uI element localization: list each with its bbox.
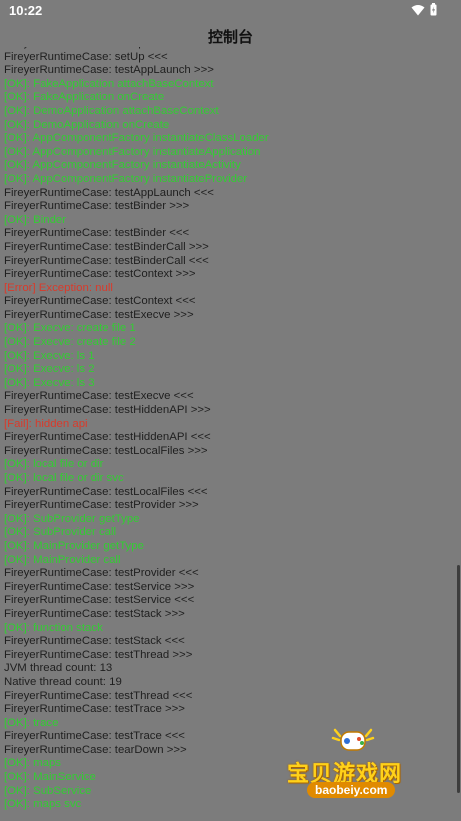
- log-line: [OK]: DemoApplication onCreate: [4, 118, 170, 131]
- log-line: [OK]: trace: [4, 716, 59, 729]
- log-line: JVM thread count: 13: [4, 662, 113, 675]
- log-line: FireyerRuntimeCase: testStack <<<: [4, 635, 185, 648]
- status-time: 10:22: [9, 3, 43, 18]
- log-line: FireyerRuntimeCase: testProvider <<<: [4, 567, 199, 580]
- log-line: [OK]: Execve: ls 2: [4, 363, 95, 376]
- log-line: [OK]: SubProvider call: [4, 526, 117, 539]
- log-line: FireyerRuntimeCase: testExecve <<<: [4, 390, 194, 403]
- log-line: FireyerRuntimeCase: testBinder <<<: [4, 227, 190, 240]
- log-line: [Fail]: hidden api: [4, 417, 88, 430]
- log-line: FireyerRuntimeCase: testHiddenAPI <<<: [4, 431, 211, 444]
- log-line: FireyerRuntimeCase: testLocalFiles >>>: [4, 444, 208, 457]
- log-line: FireyerRuntimeCase: testAppLaunch <<<: [4, 186, 214, 199]
- log-line: [OK]: Execve: create file 2: [4, 336, 136, 349]
- log-line: [OK]: Execve: ls 3: [4, 376, 95, 389]
- log-list: FireyerRuntimeCase: setUp >>>FireyerRunt…: [4, 47, 269, 812]
- title-bar: 控制台: [0, 22, 461, 47]
- log-line: FireyerRuntimeCase: testExecve >>>: [4, 308, 194, 321]
- log-line: [OK]: MainProvider call: [4, 553, 121, 566]
- log-line: FireyerRuntimeCase: testService >>>: [4, 580, 195, 593]
- gamepad-icon: [331, 728, 375, 751]
- wifi-icon: [411, 5, 425, 16]
- log-line: [OK]: Binder: [4, 213, 67, 226]
- console-screen: 10:22 控制台 FireyerRuntimeCase: setUp >>>F…: [0, 0, 461, 821]
- log-line: [OK]: DemoApplication attachBaseContext: [4, 104, 219, 117]
- log-line: [OK]: AppComponentFactory instantiatePro…: [4, 172, 248, 185]
- log-line: [OK]: MainService: [4, 771, 96, 784]
- log-line: FireyerRuntimeCase: setUp <<<: [4, 50, 168, 63]
- log-line: [OK]: MainProvider getType: [4, 539, 144, 552]
- log-line: FireyerRuntimeCase: testContext >>>: [4, 268, 196, 281]
- log-line: FireyerRuntimeCase: testBinder >>>: [4, 200, 190, 213]
- log-line: [Error] Exception: null: [4, 281, 113, 294]
- log-line: FireyerRuntimeCase: testService <<<: [4, 594, 195, 607]
- watermark-url: baobeiy.com: [307, 782, 396, 798]
- log-scroll-view[interactable]: FireyerRuntimeCase: setUp >>>FireyerRunt…: [0, 47, 461, 821]
- log-line: [OK]: SubProvider getType: [4, 512, 140, 525]
- log-line: FireyerRuntimeCase: testTrace <<<: [4, 730, 185, 743]
- log-line: [OK]: local file or dir svc: [4, 472, 124, 484]
- log-line: [OK]: maps svc: [4, 798, 82, 811]
- log-line: [OK]: maps: [4, 757, 61, 770]
- log-line: [OK]: SubService: [4, 784, 92, 797]
- log-line: FireyerRuntimeCase: testLocalFiles <<<: [4, 485, 208, 498]
- watermark: 宝贝游戏网 baobeiy.com: [287, 724, 437, 812]
- log-line: FireyerRuntimeCase: testProvider >>>: [4, 499, 199, 512]
- page-title: 控制台: [207, 29, 253, 46]
- log-line: [OK]: AppComponentFactory instantiateAct…: [4, 159, 241, 172]
- log-line: FireyerRuntimeCase: testHiddenAPI >>>: [4, 404, 211, 417]
- log-line: FireyerRuntimeCase: tearDown >>>: [4, 743, 187, 756]
- log-line: FireyerRuntimeCase: testBinderCall <<<: [4, 254, 209, 267]
- log-line: [OK]: Execve: ls 1: [4, 349, 95, 362]
- log-line: FireyerRuntimeCase: testThread <<<: [4, 689, 193, 702]
- log-line: [OK]: local file or dir: [4, 458, 104, 471]
- log-line: FireyerRuntimeCase: testContext <<<: [4, 295, 196, 308]
- status-bar: 10:22: [0, 0, 461, 22]
- log-line: FireyerRuntimeCase: testAppLaunch >>>: [4, 64, 214, 77]
- log-line: [OK]: FakeApplication attachBaseContext: [4, 77, 214, 90]
- log-line: Native thread count: 19: [4, 675, 122, 688]
- log-line: [OK]: AppComponentFactory instantiateApp…: [4, 145, 261, 158]
- log-line: [OK]: Execve: create file 1: [4, 322, 136, 335]
- log-line: [OK]: FakeApplication onCreate: [4, 91, 165, 104]
- battery-icon: [430, 3, 437, 16]
- log-line: FireyerRuntimeCase: testStack >>>: [4, 607, 185, 620]
- log-line: FireyerRuntimeCase: testBinderCall >>>: [4, 240, 209, 253]
- log-line: FireyerRuntimeCase: testThread >>>: [4, 648, 193, 661]
- log-line: [OK]: function stack: [4, 621, 103, 634]
- log-line: [OK]: AppComponentFactory instantiateCla…: [4, 132, 269, 145]
- log-line: FireyerRuntimeCase: testTrace >>>: [4, 703, 185, 716]
- scrollbar-thumb[interactable]: [457, 565, 460, 793]
